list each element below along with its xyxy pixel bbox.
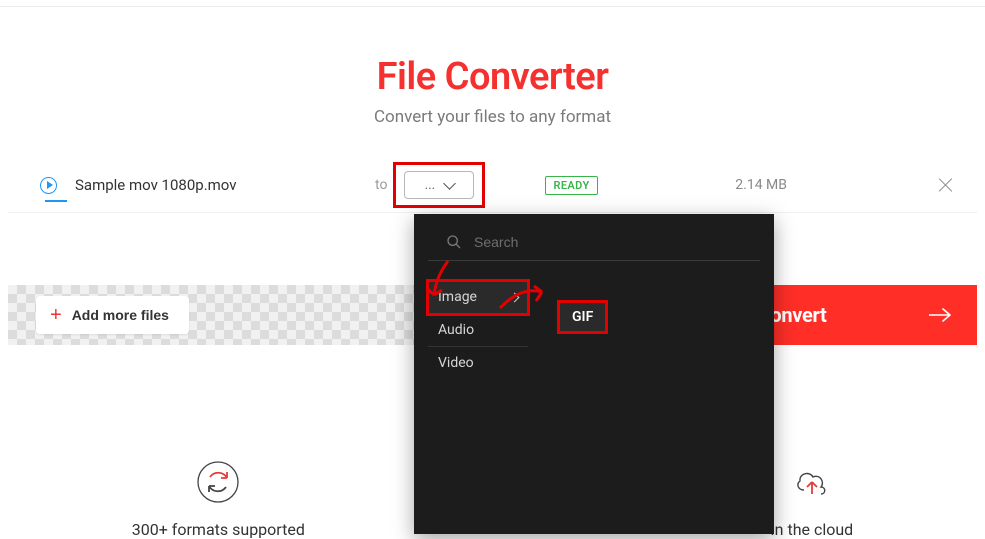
top-divider — [0, 6, 985, 7]
plus-icon: + — [50, 305, 62, 325]
page-title: File Converter — [0, 55, 985, 99]
close-icon[interactable] — [937, 176, 955, 194]
feature-formats: 300+ formats supported — [132, 460, 305, 539]
chevron-down-icon — [443, 177, 456, 190]
feature-formats-label: 300+ formats supported — [132, 520, 305, 539]
to-label: to — [375, 177, 387, 193]
status-badge: READY — [545, 176, 597, 195]
search-row — [428, 230, 760, 261]
annotation-arrow-2 — [496, 278, 551, 313]
format-dropdown[interactable]: ... — [404, 171, 474, 199]
add-more-label: Add more files — [72, 307, 169, 323]
category-video-label: Video — [438, 355, 474, 371]
play-icon[interactable] — [40, 177, 57, 194]
format-placeholder: ... — [425, 178, 435, 193]
search-input[interactable] — [474, 234, 742, 250]
file-row: Sample mov 1080p.mov to ... READY 2.14 M… — [8, 158, 977, 213]
category-video[interactable]: Video — [428, 347, 528, 379]
page-subtitle: Convert your files to any format — [0, 107, 985, 127]
format-dropdown-highlight: ... — [393, 162, 485, 208]
format-popover: Image Audio Video GIF — [414, 214, 774, 534]
file-name: Sample mov 1080p.mov — [75, 176, 375, 194]
feature-cloud: In the cloud — [770, 460, 853, 539]
refresh-icon — [196, 460, 240, 504]
category-audio-label: Audio — [438, 322, 474, 338]
arrow-right-icon — [929, 307, 953, 323]
file-size: 2.14 MB — [735, 177, 787, 193]
annotation-arrow-1 — [422, 259, 454, 304]
search-icon — [446, 234, 462, 250]
feature-cloud-label: In the cloud — [770, 520, 853, 539]
add-more-files-button[interactable]: + Add more files — [36, 296, 189, 334]
cloud-upload-icon — [790, 460, 834, 504]
play-underline — [45, 200, 67, 202]
category-audio[interactable]: Audio — [428, 314, 528, 347]
format-option-gif[interactable]: GIF — [560, 303, 605, 331]
